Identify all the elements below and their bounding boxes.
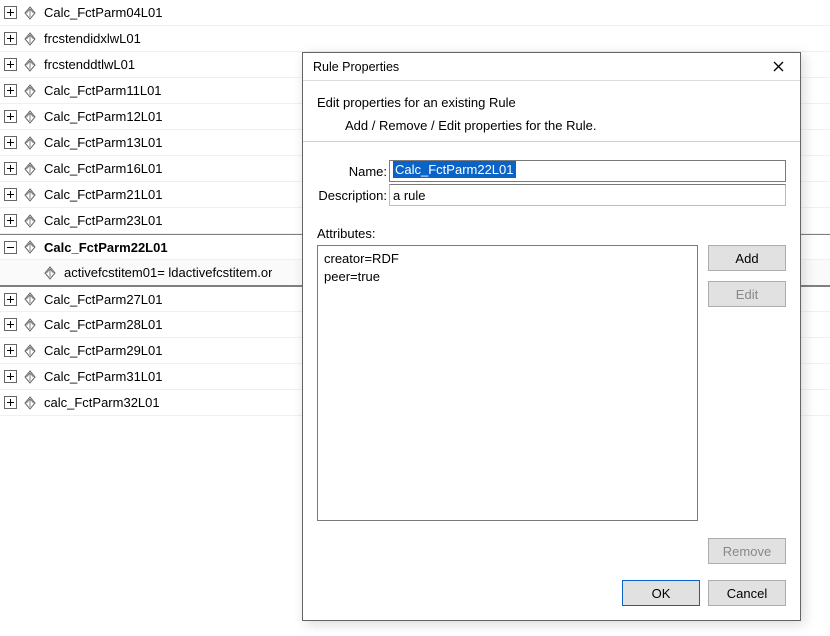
description-field[interactable]	[389, 184, 786, 206]
attribute-line[interactable]: creator=RDF	[324, 250, 691, 268]
expand-icon[interactable]	[4, 110, 17, 123]
tree-node-label: Calc_FctParm21L01	[44, 187, 163, 202]
diamond-icon	[22, 317, 38, 333]
tree-node-label: Calc_FctParm29L01	[44, 343, 163, 358]
diamond-icon	[22, 343, 38, 359]
diamond-icon	[22, 135, 38, 151]
ok-button[interactable]: OK	[622, 580, 700, 606]
attribute-line[interactable]: peer=true	[324, 268, 691, 286]
diamond-icon	[22, 213, 38, 229]
tree-node-label: Calc_FctParm13L01	[44, 135, 163, 150]
diamond-icon	[22, 187, 38, 203]
attributes-list[interactable]: creator=RDFpeer=true	[317, 245, 698, 521]
tree-row[interactable]: frcstendidxlwL01	[0, 26, 830, 52]
rule-properties-dialog: Rule Properties Edit properties for an e…	[302, 52, 801, 621]
expand-icon[interactable]	[4, 370, 17, 383]
diamond-icon	[22, 395, 38, 411]
dialog-body: Name: Calc_FctParm22L01 Description: Att…	[303, 142, 800, 564]
expand-icon[interactable]	[4, 188, 17, 201]
add-button[interactable]: Add	[708, 245, 786, 271]
tree-node-label: activefcstitem01= ldactivefcstitem.or	[64, 265, 272, 280]
expand-icon[interactable]	[4, 136, 17, 149]
name-field-text: Calc_FctParm22L01	[393, 161, 516, 178]
tree-row[interactable]: Calc_FctParm04L01	[0, 0, 830, 26]
expand-icon[interactable]	[4, 318, 17, 331]
diamond-icon	[22, 83, 38, 99]
dialog-header-sub: Add / Remove / Edit properties for the R…	[317, 118, 786, 133]
tree-node-label: frcstendidxlwL01	[44, 31, 141, 46]
dialog-header-main: Edit properties for an existing Rule	[317, 95, 786, 110]
diamond-icon	[22, 369, 38, 385]
expand-icon[interactable]	[4, 396, 17, 409]
tree-node-label: Calc_FctParm22L01	[44, 240, 168, 255]
tree-node-label: Calc_FctParm16L01	[44, 161, 163, 176]
diamond-icon	[42, 265, 58, 281]
diamond-icon	[22, 31, 38, 47]
cancel-button[interactable]: Cancel	[708, 580, 786, 606]
expand-icon[interactable]	[4, 162, 17, 175]
tree-node-label: Calc_FctParm23L01	[44, 213, 163, 228]
diamond-icon	[22, 5, 38, 21]
tree-node-label: Calc_FctParm28L01	[44, 317, 163, 332]
expand-icon[interactable]	[4, 84, 17, 97]
name-label: Name:	[317, 164, 389, 179]
tree-node-label: Calc_FctParm31L01	[44, 369, 163, 384]
diamond-icon	[22, 239, 38, 255]
expand-icon[interactable]	[4, 293, 17, 306]
expand-icon[interactable]	[4, 214, 17, 227]
collapse-icon[interactable]	[4, 241, 17, 254]
expand-icon[interactable]	[4, 58, 17, 71]
dialog-header: Edit properties for an existing Rule Add…	[303, 81, 800, 142]
tree-node-label: Calc_FctParm12L01	[44, 109, 163, 124]
name-field[interactable]: Calc_FctParm22L01	[389, 160, 786, 182]
tree-node-label: Calc_FctParm11L01	[44, 83, 162, 98]
tree-node-label: Calc_FctParm04L01	[44, 5, 163, 20]
close-icon	[773, 61, 784, 72]
description-label: Description:	[317, 188, 389, 203]
dialog-footer: OK Cancel	[303, 564, 800, 620]
tree-node-label: Calc_FctParm27L01	[44, 292, 163, 307]
expand-placeholder	[24, 266, 37, 279]
close-button[interactable]	[762, 56, 794, 78]
dialog-titlebar[interactable]: Rule Properties	[303, 53, 800, 81]
edit-button[interactable]: Edit	[708, 281, 786, 307]
diamond-icon	[22, 161, 38, 177]
expand-icon[interactable]	[4, 6, 17, 19]
tree-node-label: calc_FctParm32L01	[44, 395, 160, 410]
dialog-title: Rule Properties	[313, 60, 762, 74]
diamond-icon	[22, 109, 38, 125]
tree-node-label: frcstenddtlwL01	[44, 57, 135, 72]
expand-icon[interactable]	[4, 344, 17, 357]
attributes-label: Attributes:	[317, 226, 786, 241]
diamond-icon	[22, 291, 38, 307]
diamond-icon	[22, 57, 38, 73]
remove-button[interactable]: Remove	[708, 538, 786, 564]
expand-icon[interactable]	[4, 32, 17, 45]
